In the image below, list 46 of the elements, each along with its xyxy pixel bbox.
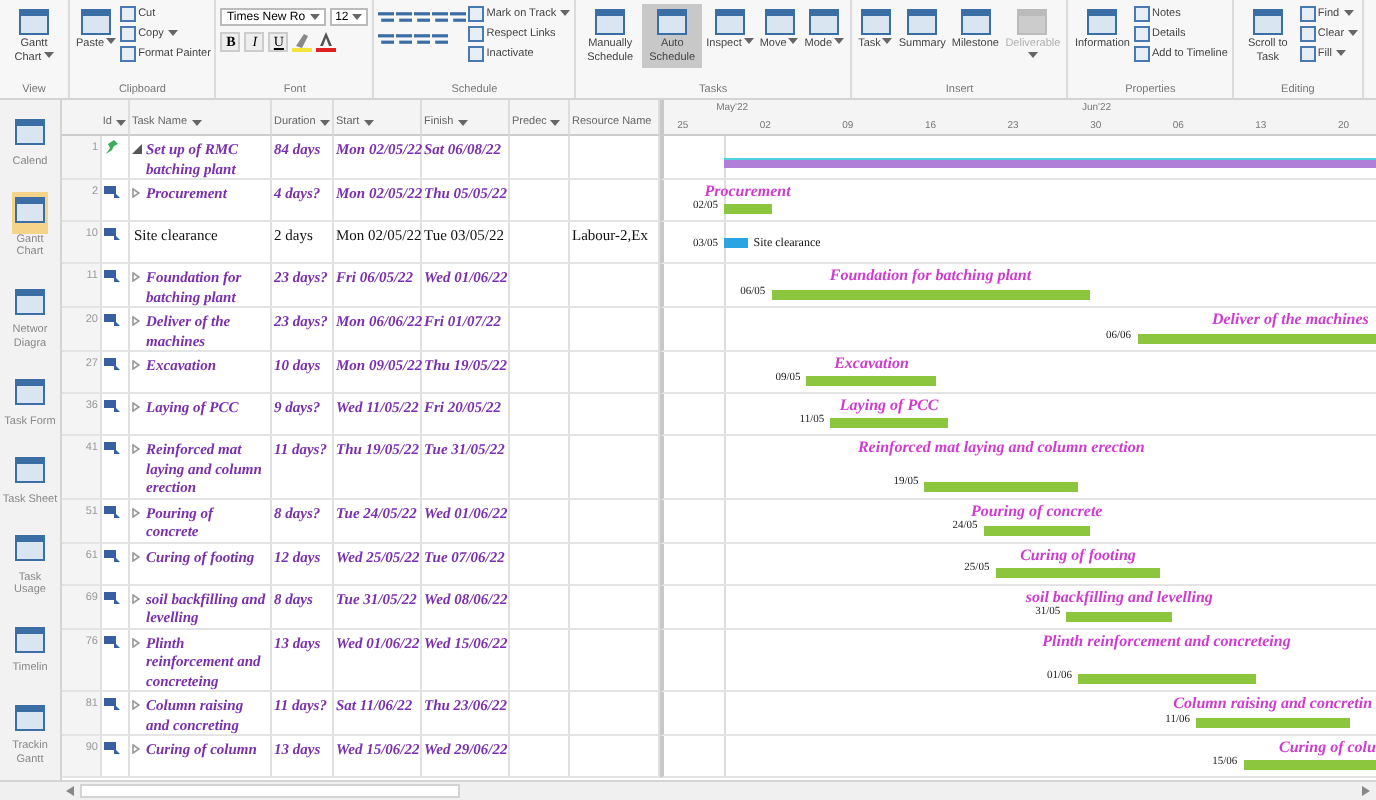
- caret-icon: [309, 13, 320, 21]
- task-bar-label: Column raising and concretin: [1173, 694, 1373, 714]
- task-bar[interactable]: [983, 525, 1090, 535]
- expand-triangle-icon[interactable]: [132, 637, 140, 647]
- scroll-left-icon[interactable]: [66, 786, 74, 796]
- task-bar[interactable]: [924, 481, 1078, 491]
- task-bar-label: Laying of PCC: [839, 396, 939, 416]
- task-bar-label: Pouring of concrete: [970, 501, 1103, 520]
- expand-triangle-icon[interactable]: [132, 551, 140, 561]
- task-bar-label: soil backfilling and levelling: [1025, 587, 1213, 606]
- bars-icon[interactable]: [432, 32, 449, 46]
- task-bar-label: Deliver of the machines: [1211, 310, 1369, 330]
- bars-icon[interactable]: [396, 10, 413, 24]
- expand-triangle-icon[interactable]: [132, 188, 140, 198]
- summary-bar[interactable]: [724, 158, 1376, 168]
- bars-icon[interactable]: [378, 32, 395, 46]
- expand-triangle-icon[interactable]: [132, 402, 140, 412]
- task-bar-label: Procurement: [704, 182, 791, 200]
- task-bar-label: Curing of colu: [1279, 738, 1376, 758]
- scroll-right-icon[interactable]: [1362, 786, 1370, 796]
- task-bar[interactable]: [1066, 611, 1173, 621]
- collapse-triangle-icon[interactable]: [132, 144, 142, 154]
- expand-triangle-icon[interactable]: [132, 316, 140, 326]
- scrollbar-thumb[interactable]: [80, 784, 460, 798]
- expand-triangle-icon[interactable]: [132, 360, 140, 370]
- task-bar-label: Reinforced mat laying and column erection: [857, 438, 1145, 458]
- expand-triangle-icon[interactable]: [132, 507, 140, 517]
- bars-icon[interactable]: [414, 10, 431, 24]
- caret-icon: [352, 13, 363, 21]
- expand-triangle-icon[interactable]: [132, 593, 140, 603]
- task-bar-label: Excavation: [834, 354, 909, 374]
- expand-triangle-icon[interactable]: [132, 700, 140, 710]
- task-bar-label: Foundation for batching plant: [829, 266, 1032, 286]
- highlighter-icon[interactable]: [292, 32, 313, 52]
- font-color-icon[interactable]: [316, 32, 337, 52]
- task-bar-label: Plinth reinforcement and concreteing: [1042, 631, 1291, 651]
- task-bar[interactable]: [995, 567, 1161, 577]
- task-bar-label: Curing of footing: [1020, 545, 1136, 565]
- bars-icon[interactable]: [378, 10, 395, 24]
- expand-triangle-icon[interactable]: [132, 272, 140, 282]
- bars-icon[interactable]: [450, 10, 467, 24]
- bars-icon[interactable]: [432, 10, 449, 24]
- bars-icon[interactable]: [414, 32, 431, 46]
- expand-triangle-icon[interactable]: [132, 744, 140, 754]
- expand-triangle-icon[interactable]: [132, 444, 140, 454]
- bars-icon[interactable]: [396, 32, 413, 46]
